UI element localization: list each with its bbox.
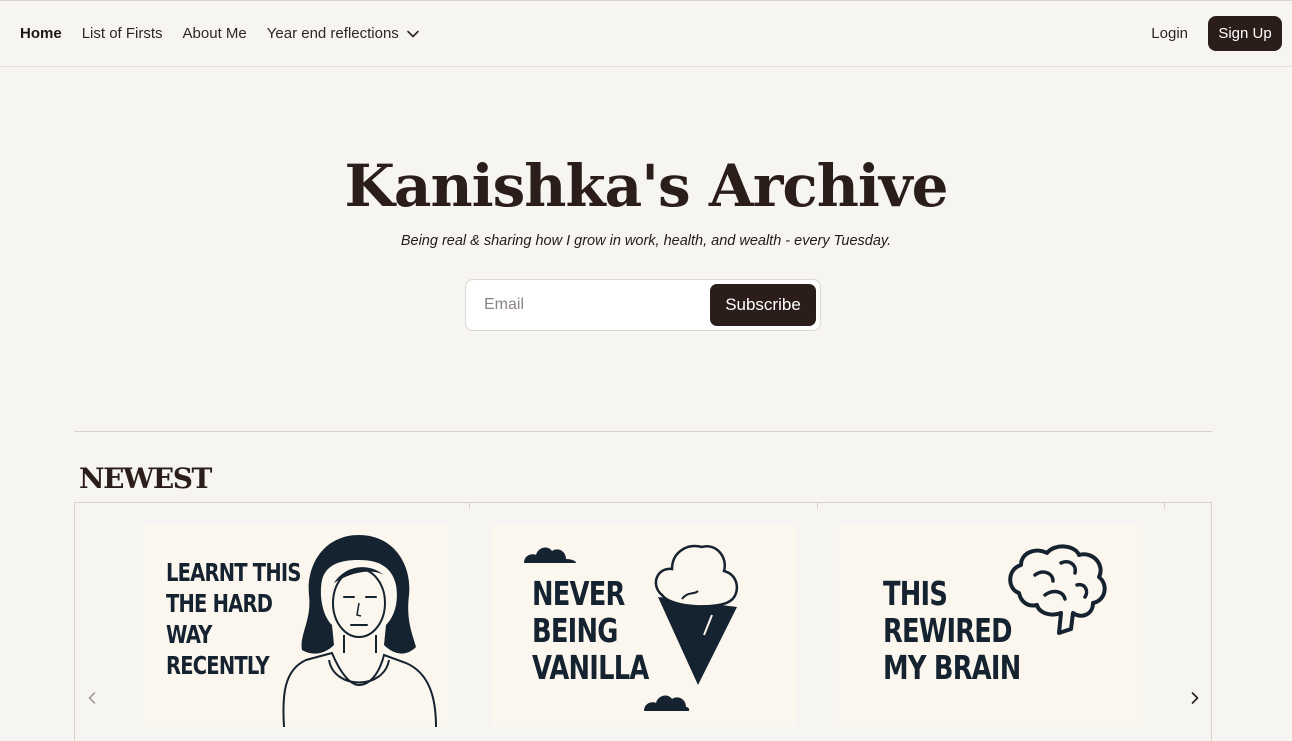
subscribe-button[interactable]: Subscribe xyxy=(710,284,816,326)
carousel-divider-tick xyxy=(817,503,818,509)
carousel-divider-tick xyxy=(469,503,470,509)
nav-links: Home List of Firsts About Me Year end re… xyxy=(0,25,439,42)
email-input[interactable] xyxy=(466,280,710,330)
nav-list-of-firsts-link[interactable]: List of Firsts xyxy=(82,25,163,42)
carousel-next-button[interactable] xyxy=(1185,688,1205,708)
post-card-headline: LEARNT THIS THE HARD WAY RECENTLY xyxy=(166,558,301,680)
chevron-left-icon xyxy=(88,692,96,704)
post-card-headline: THIS REWIRED MY BRAIN xyxy=(883,574,1021,687)
carousel-prev-button[interactable] xyxy=(82,688,102,708)
post-card[interactable]: NEVER BEING VANILLA xyxy=(492,525,796,727)
newest-posts-carousel: LEARNT THIS THE HARD WAY RECENTLY NEVER … xyxy=(74,502,1212,741)
carousel-divider-tick xyxy=(1164,503,1165,509)
post-card-headline: NEVER BEING VANILLA xyxy=(532,574,649,687)
subscribe-form: Subscribe xyxy=(465,279,821,331)
chevron-right-icon xyxy=(1191,692,1199,704)
nav-year-end-reflections-dropdown[interactable]: Year end reflections xyxy=(267,25,419,42)
dropdown-label: Year end reflections xyxy=(266,25,399,42)
post-card[interactable]: THIS REWIRED MY BRAIN xyxy=(839,525,1143,727)
section-divider xyxy=(74,431,1212,432)
nav-account-actions: Login Sign Up xyxy=(1151,16,1292,51)
nav-home-link[interactable]: Home xyxy=(20,25,62,42)
nav-about-me-link[interactable]: About Me xyxy=(183,25,247,42)
signup-button[interactable]: Sign Up xyxy=(1208,16,1282,51)
newest-section-title: NEWEST xyxy=(79,462,212,495)
chevron-down-icon xyxy=(407,30,419,37)
publication-tagline: Being real & sharing how I grow in work,… xyxy=(400,233,892,249)
top-navigation: Home List of Firsts About Me Year end re… xyxy=(0,1,1292,67)
login-link[interactable]: Login xyxy=(1151,25,1188,42)
publication-title: Kanishka's Archive xyxy=(344,152,948,220)
post-card[interactable]: LEARNT THIS THE HARD WAY RECENTLY xyxy=(144,525,448,727)
